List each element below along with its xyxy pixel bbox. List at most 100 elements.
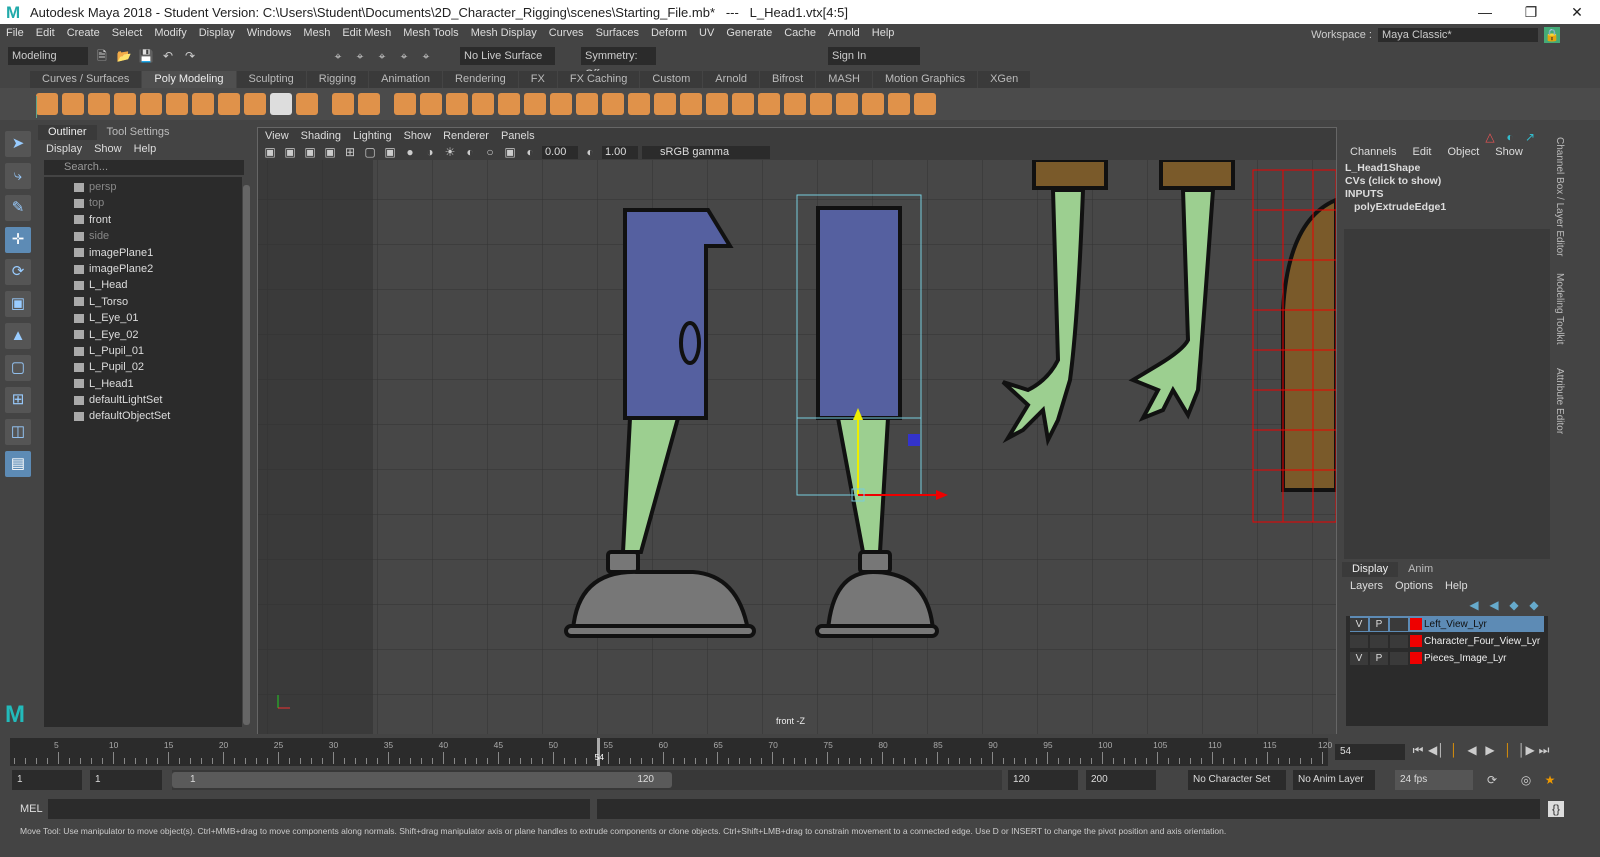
- extrude-icon[interactable]: [628, 93, 650, 115]
- move-uv-icon[interactable]: [914, 93, 936, 115]
- fps-dropdown[interactable]: 24 fps: [1395, 770, 1473, 790]
- isolate-icon[interactable]: ▣: [502, 144, 518, 160]
- lasso-tool-icon[interactable]: ⤷: [5, 163, 31, 189]
- script-editor-icon[interactable]: {}: [1548, 801, 1564, 817]
- tab-display[interactable]: Display: [1342, 562, 1399, 577]
- sweep-icon[interactable]: [244, 93, 266, 115]
- live-surface-field[interactable]: No Live Surface: [460, 47, 555, 65]
- shelf-tab-bifrost[interactable]: Bifrost: [760, 71, 816, 88]
- layer-row[interactable]: V P Left_View_Lyr: [1350, 616, 1544, 632]
- snap-point-icon[interactable]: ⌖: [374, 48, 390, 64]
- next-key-icon[interactable]: │: [1500, 742, 1516, 758]
- viewport-canvas[interactable]: front -Z: [258, 160, 1336, 734]
- playback-toggle[interactable]: P: [1370, 651, 1388, 665]
- last-tool-icon[interactable]: ▲: [5, 323, 31, 349]
- layout-outliner-icon[interactable]: ▤: [5, 451, 31, 477]
- preferences-icon[interactable]: ★: [1542, 772, 1558, 788]
- menu-cache[interactable]: Cache: [784, 27, 816, 39]
- move-tool-icon[interactable]: ✛: [5, 227, 31, 253]
- scale-tool-icon[interactable]: ▣: [5, 291, 31, 317]
- layer-name[interactable]: Character_Four_View_Lyr: [1424, 636, 1540, 647]
- menu-edit-mesh[interactable]: Edit Mesh: [342, 27, 391, 39]
- bend-icon[interactable]: [862, 93, 884, 115]
- save-scene-icon[interactable]: 💾: [138, 48, 154, 64]
- new-layer-icon[interactable]: ◆: [1506, 597, 1522, 613]
- display-type-toggle[interactable]: [1390, 617, 1408, 631]
- paint-select-icon[interactable]: ✎: [5, 195, 31, 221]
- menu-mesh-tools[interactable]: Mesh Tools: [403, 27, 458, 39]
- menu-create[interactable]: Create: [67, 27, 100, 39]
- layer-name[interactable]: Pieces_Image_Lyr: [1424, 653, 1506, 664]
- smooth-icon[interactable]: [524, 93, 546, 115]
- cvs-toggle[interactable]: CVs (click to show): [1342, 175, 1552, 188]
- select-tool-icon[interactable]: ➤: [5, 131, 31, 157]
- go-to-end-icon[interactable]: ⏭: [1536, 742, 1552, 758]
- open-scene-icon[interactable]: 📂: [116, 48, 132, 64]
- cylinder-icon[interactable]: [88, 93, 110, 115]
- gamma-icon[interactable]: ◐: [582, 144, 598, 160]
- snap-surface-icon[interactable]: ⌖: [418, 48, 434, 64]
- step-back-icon[interactable]: ◀│: [1428, 742, 1445, 758]
- layer-color-swatch[interactable]: [1410, 618, 1422, 630]
- range-slider-handle[interactable]: 1 120: [172, 772, 672, 788]
- append-icon[interactable]: [732, 93, 754, 115]
- end-time-field[interactable]: 200: [1086, 770, 1156, 790]
- object-menu[interactable]: Object: [1447, 146, 1479, 158]
- symmetry-uv-icon[interactable]: [36, 96, 37, 118]
- center-pivot-icon[interactable]: [332, 93, 354, 115]
- shelf-tab-motion-graphics[interactable]: Motion Graphics: [873, 71, 978, 88]
- rotate-tool-icon[interactable]: ⟳: [5, 259, 31, 285]
- workspace-selector[interactable]: Workspace : Maya Classic* 🔒: [1311, 27, 1560, 43]
- freeze-icon[interactable]: [394, 93, 416, 115]
- xray-icon[interactable]: ○: [482, 144, 498, 160]
- visibility-toggle[interactable]: [1350, 634, 1368, 648]
- multicut-icon[interactable]: [758, 93, 780, 115]
- combine-icon[interactable]: [420, 93, 442, 115]
- tab-anim[interactable]: Anim: [1398, 562, 1443, 577]
- textured-icon[interactable]: ◑: [422, 144, 438, 160]
- tool-settings-icon[interactable]: ↗: [1522, 129, 1538, 145]
- help-menu[interactable]: Help: [1445, 580, 1468, 592]
- mel-input[interactable]: [48, 799, 590, 819]
- channels-menu[interactable]: Channels: [1350, 146, 1396, 158]
- outliner-item[interactable]: defaultLightSet: [44, 392, 242, 408]
- menu-generate[interactable]: Generate: [726, 27, 772, 39]
- viewport-menu-lighting[interactable]: Lighting: [353, 130, 392, 142]
- outliner-item[interactable]: L_Pupil_01: [44, 343, 242, 359]
- shadows-icon[interactable]: ◐: [462, 144, 478, 160]
- display-type-toggle[interactable]: [1390, 651, 1408, 665]
- menu-edit[interactable]: Edit: [36, 27, 55, 39]
- layer-color-swatch[interactable]: [1410, 652, 1422, 664]
- film-gate-icon[interactable]: ▢: [362, 144, 378, 160]
- mirror-icon[interactable]: [576, 93, 598, 115]
- insert-loop-icon[interactable]: [810, 93, 832, 115]
- disc-icon[interactable]: [192, 93, 214, 115]
- shelf-tab-fx-caching[interactable]: FX Caching: [557, 71, 640, 88]
- edit-menu[interactable]: Edit: [1412, 146, 1431, 158]
- workspace-dropdown[interactable]: Maya Classic*: [1378, 28, 1538, 42]
- shelf-tab-curves-surfaces[interactable]: Curves / Surfaces: [30, 71, 142, 88]
- wireframe-icon[interactable]: ▣: [382, 144, 398, 160]
- outliner-item[interactable]: imagePlane1: [44, 245, 242, 261]
- menu-windows[interactable]: Windows: [247, 27, 292, 39]
- extract-icon[interactable]: [472, 93, 494, 115]
- menu-deform[interactable]: Deform: [651, 27, 687, 39]
- sign-in-button[interactable]: Sign In: [828, 47, 920, 65]
- platonic-icon[interactable]: [218, 93, 240, 115]
- reduce-icon[interactable]: [550, 93, 572, 115]
- outliner-item[interactable]: L_Head1: [44, 376, 242, 392]
- bridge2-icon[interactable]: [680, 93, 702, 115]
- exposure-field[interactable]: 0.00: [542, 145, 578, 159]
- show-menu[interactable]: Show: [1495, 146, 1523, 158]
- playback-toggle[interactable]: P: [1370, 617, 1388, 631]
- menu-mesh-display[interactable]: Mesh Display: [471, 27, 537, 39]
- shape-name[interactable]: L_Head1Shape: [1342, 162, 1552, 175]
- shelf-tab-sculpting[interactable]: Sculpting: [236, 71, 306, 88]
- step-forward-icon[interactable]: │▶: [1518, 742, 1535, 758]
- playback-toggle[interactable]: [1370, 634, 1388, 648]
- move-layer-up-icon[interactable]: ◀: [1466, 597, 1482, 613]
- character-set-dropdown[interactable]: No Character Set: [1188, 770, 1286, 790]
- close-button[interactable]: ✕: [1554, 0, 1600, 24]
- fill-hole-icon[interactable]: [706, 93, 728, 115]
- history-icon[interactable]: [358, 93, 380, 115]
